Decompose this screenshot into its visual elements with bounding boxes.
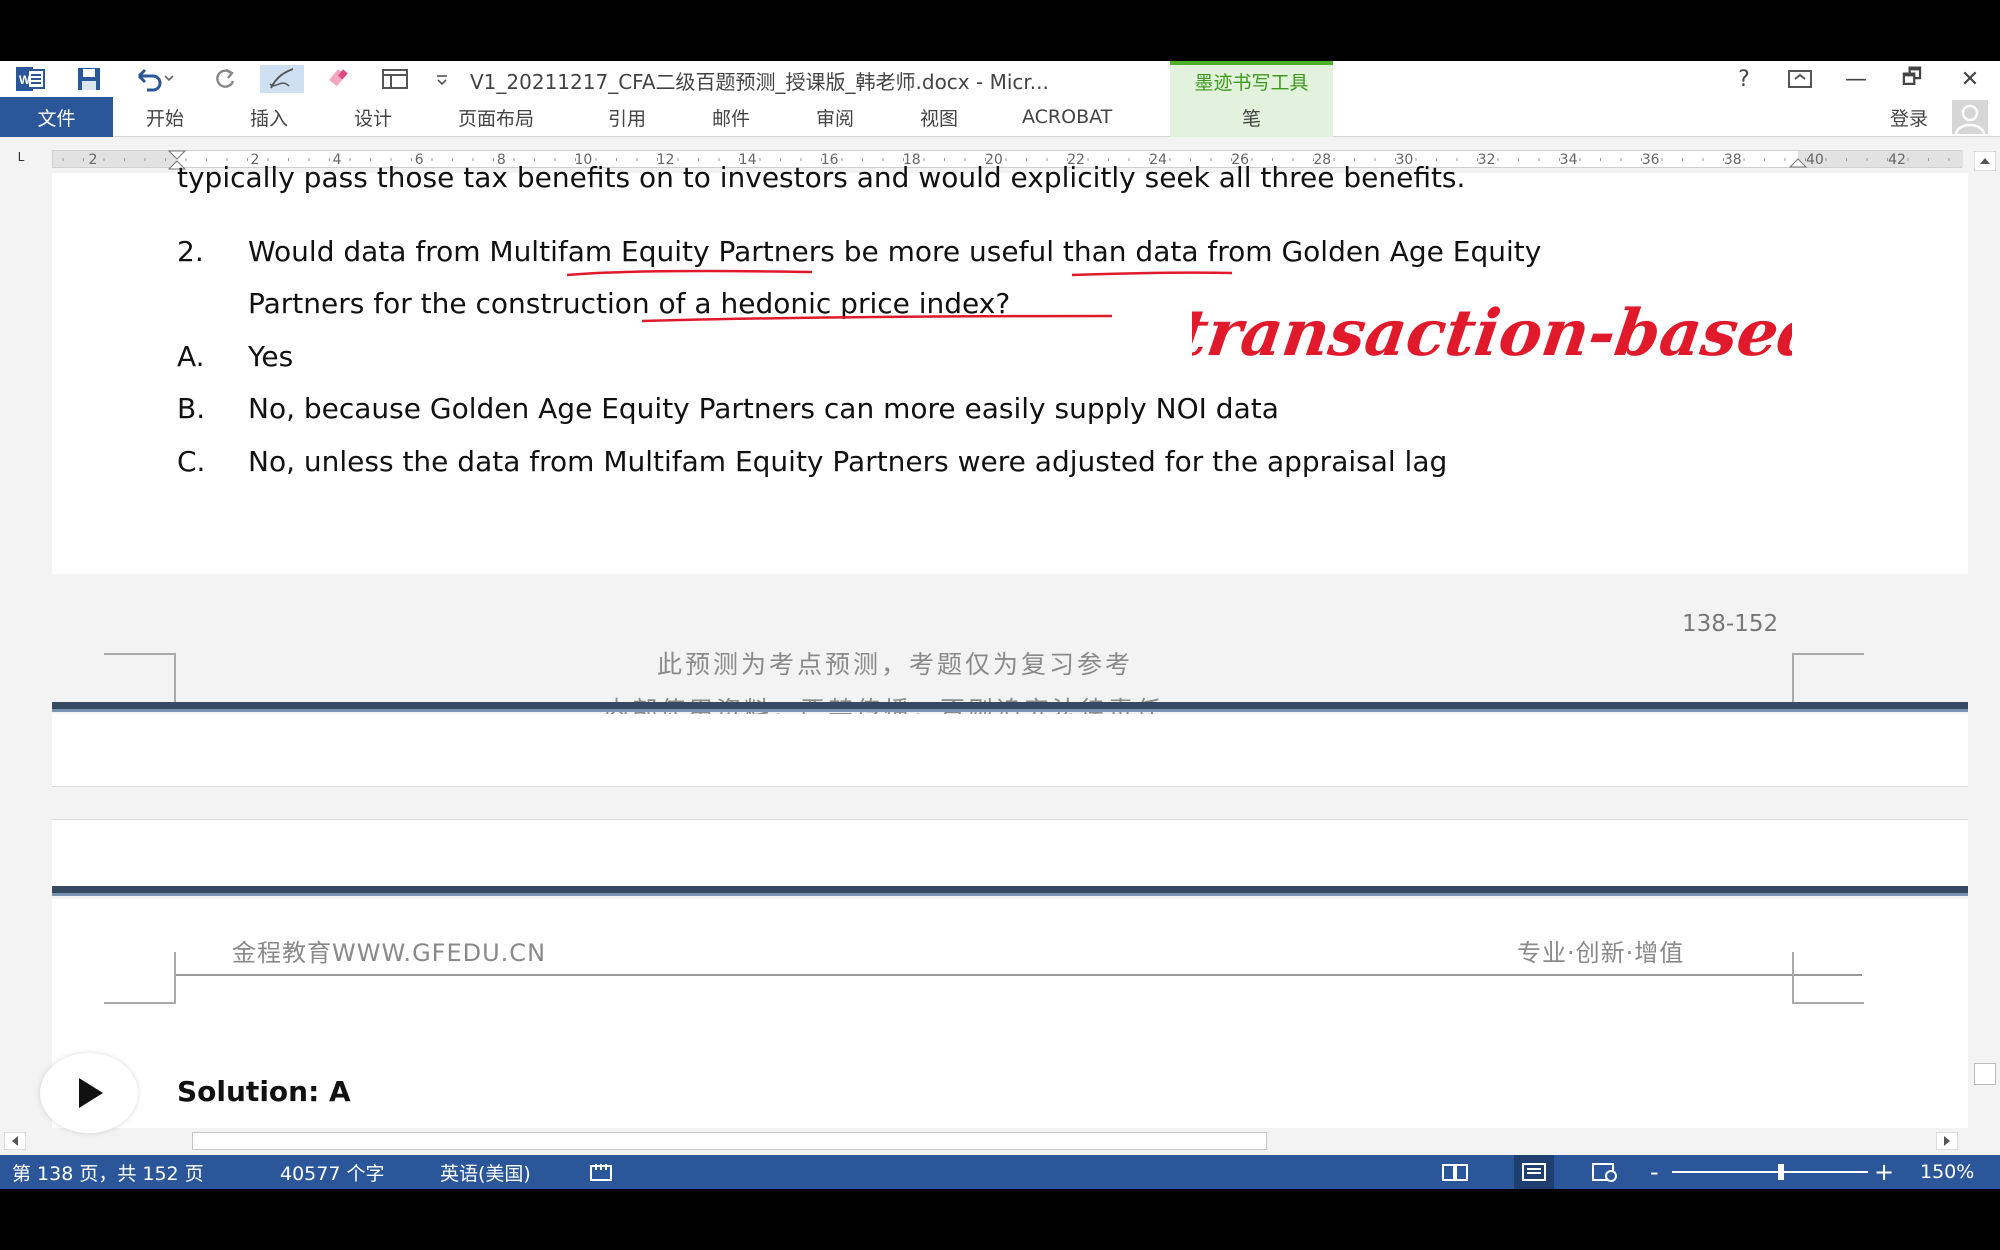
tab-home[interactable]: 开始 bbox=[146, 97, 184, 137]
print-layout-icon[interactable] bbox=[1514, 1155, 1554, 1189]
tab-stop-selector[interactable]: L bbox=[10, 150, 32, 168]
zoom-slider-thumb[interactable] bbox=[1778, 1164, 1784, 1180]
save-icon[interactable] bbox=[72, 65, 106, 93]
page-info[interactable]: 第 138 页，共 152 页 bbox=[12, 1155, 204, 1189]
customize-toolbar-icon[interactable] bbox=[432, 65, 452, 93]
tab-view[interactable]: 视图 bbox=[920, 97, 958, 137]
watermark-line-1: 此预测为考点预测，考题仅为复习参考 bbox=[657, 650, 1134, 679]
close-button[interactable]: ✕ bbox=[1950, 64, 1990, 94]
video-play-button[interactable] bbox=[40, 1053, 138, 1133]
annotation-text: transaction-based bbox=[1192, 296, 1792, 371]
tab-design[interactable]: 设计 bbox=[354, 97, 392, 137]
header-rule bbox=[174, 974, 1862, 976]
right-indent-marker-icon[interactable] bbox=[1788, 155, 1808, 169]
scroll-left-icon[interactable] bbox=[4, 1132, 26, 1150]
play-icon bbox=[79, 1078, 103, 1108]
restore-button[interactable]: 🗗 bbox=[1892, 64, 1932, 94]
horizontal-scroll-thumb[interactable] bbox=[192, 1132, 1267, 1150]
page-top-area bbox=[52, 820, 1968, 886]
avatar[interactable] bbox=[1952, 100, 1988, 134]
zoom-in-button[interactable]: + bbox=[1874, 1155, 1894, 1189]
tab-references[interactable]: 引用 bbox=[608, 97, 646, 137]
next-page[interactable]: 金程教育WWW.GFEDU.CN 专业·创新·增值 Solution: A bbox=[52, 899, 1968, 1129]
ruler-number: 32 bbox=[1477, 152, 1496, 168]
read-mode-icon[interactable] bbox=[1440, 1155, 1470, 1189]
handwritten-annotation: transaction-based bbox=[1192, 296, 1792, 371]
scroll-right-icon[interactable] bbox=[1936, 1132, 1958, 1150]
word-window: W V1_20211217_CFA二级百题预测_授课版_韩老师.docx - M… bbox=[0, 61, 2000, 1189]
crop-mark bbox=[1792, 653, 1864, 705]
document-title: V1_20211217_CFA二级百题预测_授课版_韩老师.docx - Mic… bbox=[470, 70, 1049, 94]
scroll-up-icon[interactable] bbox=[1974, 151, 1996, 171]
title-bar: W V1_20211217_CFA二级百题预测_授课版_韩老师.docx - M… bbox=[0, 61, 2000, 97]
ruler-number: 38 bbox=[1723, 152, 1742, 168]
eraser-icon[interactable] bbox=[322, 65, 356, 93]
horizontal-scrollbar[interactable] bbox=[0, 1128, 1970, 1154]
pen-mode-icon[interactable] bbox=[260, 65, 304, 93]
minimize-button[interactable]: — bbox=[1836, 64, 1876, 94]
tab-mailings[interactable]: 邮件 bbox=[712, 97, 750, 137]
ruler-number: 36 bbox=[1641, 152, 1660, 168]
header-right: 专业·创新·增值 bbox=[1517, 939, 1685, 967]
header-left: 金程教育WWW.GFEDU.CN bbox=[232, 939, 547, 967]
svg-text:W: W bbox=[19, 73, 31, 87]
ruler-number: 34 bbox=[1559, 152, 1578, 168]
zoom-out-button[interactable]: - bbox=[1650, 1155, 1659, 1189]
vertical-scrollbar[interactable] bbox=[1970, 147, 2000, 1187]
page-number: 138-152 bbox=[1682, 611, 1779, 637]
ribbon-tab-row: 文件 开始 插入 设计 页面布局 引用 邮件 审阅 视图 ACROBAT 笔 登… bbox=[0, 97, 2000, 137]
tab-page-layout[interactable]: 页面布局 bbox=[458, 97, 534, 137]
ink-tools-group-label: 墨迹书写工具 bbox=[1170, 61, 1333, 97]
ribbon-display-options-button[interactable] bbox=[1780, 64, 1820, 94]
document-page[interactable]: typically pass those tax benefits on to … bbox=[52, 161, 1968, 725]
ruler-number: 40 bbox=[1805, 152, 1824, 168]
language-indicator[interactable]: 英语(美国) bbox=[440, 1155, 531, 1189]
page-divider-line bbox=[52, 786, 1968, 787]
help-button[interactable]: ? bbox=[1724, 64, 1764, 94]
undo-icon[interactable] bbox=[130, 65, 180, 93]
page-separator bbox=[52, 702, 1968, 712]
status-bar: 第 138 页，共 152 页 40577 个字 英语(美国) - + 150% bbox=[0, 1155, 2000, 1189]
crop-mark bbox=[104, 952, 176, 1004]
zoom-level[interactable]: 150% bbox=[1920, 1155, 1974, 1189]
page-bottom-area bbox=[52, 714, 1968, 786]
solution-heading: Solution: A bbox=[177, 1075, 351, 1108]
tab-insert[interactable]: 插入 bbox=[250, 97, 288, 137]
word-app-icon[interactable]: W bbox=[14, 65, 48, 93]
zoom-slider[interactable] bbox=[1672, 1155, 1868, 1189]
tab-review[interactable]: 审阅 bbox=[816, 97, 854, 137]
word-count[interactable]: 40577 个字 bbox=[280, 1155, 384, 1189]
macro-record-icon[interactable] bbox=[588, 1155, 614, 1189]
redo-icon[interactable] bbox=[208, 65, 242, 93]
page-separator bbox=[52, 886, 1968, 896]
ruler-number: 42 bbox=[1888, 152, 1906, 168]
scroll-thumb[interactable] bbox=[1974, 1063, 1996, 1085]
tab-acrobat[interactable]: ACROBAT bbox=[1022, 97, 1112, 137]
tab-pen[interactable]: 笔 bbox=[1170, 97, 1333, 137]
layout-icon[interactable] bbox=[378, 65, 412, 93]
ruler-number: 2 bbox=[88, 152, 98, 168]
crop-mark bbox=[1792, 952, 1864, 1004]
login-link[interactable]: 登录 bbox=[1890, 97, 1928, 137]
tab-file[interactable]: 文件 bbox=[0, 97, 113, 137]
crop-mark bbox=[104, 653, 176, 705]
web-layout-icon[interactable] bbox=[1590, 1155, 1618, 1189]
